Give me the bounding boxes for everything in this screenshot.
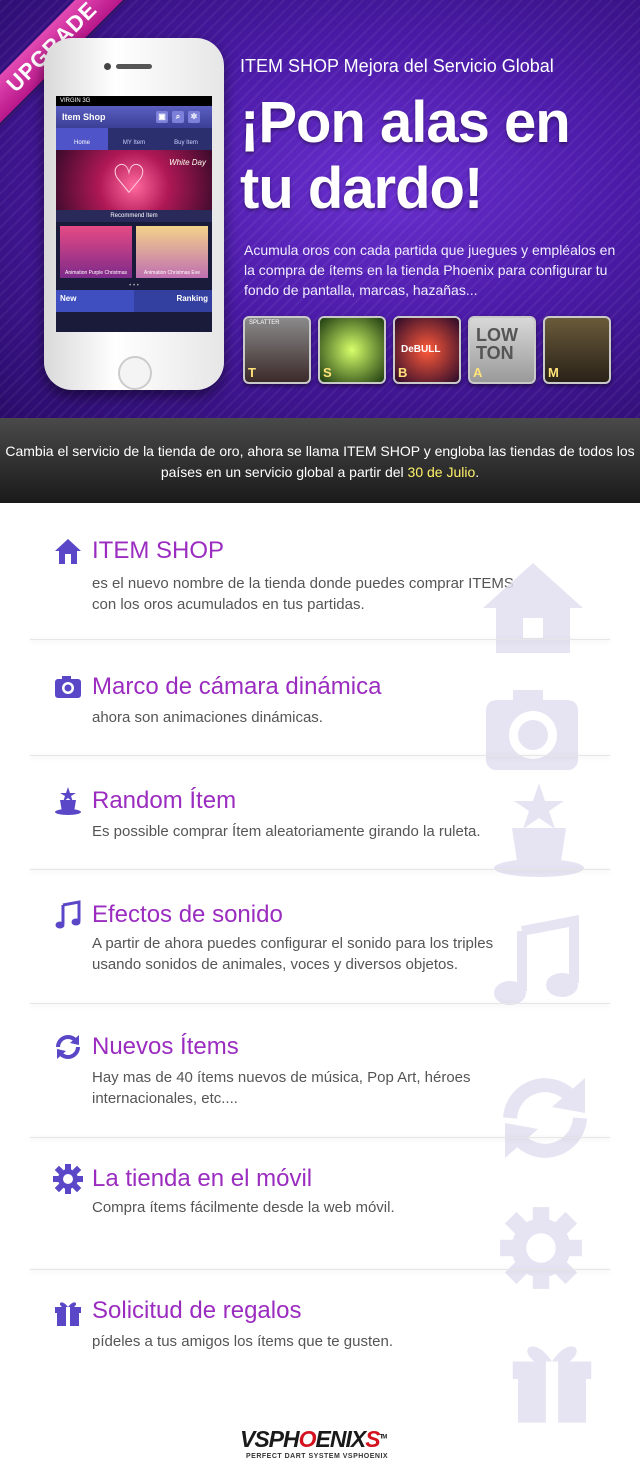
gift-icon: [512, 1346, 592, 1423]
notice-text-end: .: [475, 464, 480, 480]
phone-thumb: Animation Purple Christmas: [60, 226, 132, 278]
feature-title: ITEM SHOP: [92, 537, 225, 564]
gear-icon: ✲: [188, 111, 200, 123]
phone-tab-home: Home: [56, 128, 108, 150]
phone-thumb: Animation Christmas Eve: [136, 226, 208, 278]
phone-tabs: Home MY Item Buy Item: [56, 128, 212, 150]
divider: [30, 639, 610, 640]
phone-tab-ranking: Ranking: [134, 290, 212, 312]
gear-icon: [500, 1207, 582, 1289]
hero-description: Acumula oros con cada partida que juegue…: [244, 242, 616, 298]
phone-camera: [104, 63, 111, 70]
logo-text: ENIX: [315, 1426, 367, 1452]
feature-desc: Hay mas de 40 ítems nuevos de música, Po…: [92, 1069, 471, 1107]
phone-screen: VIRGIN 3G Item Shop ▣ ⌕ ✲ Home MY Item B…: [56, 96, 212, 332]
divider: [30, 1137, 610, 1138]
tile-letter: T: [248, 365, 256, 380]
item-tile: S: [318, 316, 386, 384]
logo-tm: TM: [379, 1434, 388, 1441]
hero-banner: UPGRADE VIRGIN 3G Item Shop ▣ ⌕ ✲ Home M…: [0, 0, 640, 418]
divider: [30, 1003, 610, 1004]
feature-title: Efectos de sonido: [92, 901, 283, 928]
phone-recommend-label: Recommend Item: [56, 210, 212, 222]
house-icon: [483, 563, 583, 653]
refresh-icon: [503, 1078, 587, 1158]
phone-app-title: Item Shop: [62, 112, 106, 122]
music-note-icon: [55, 900, 81, 929]
item-tile: LOW TON A: [468, 316, 536, 384]
phone-tab-my-item: MY Item: [122, 140, 146, 146]
gift-icon: [55, 1302, 81, 1326]
phone-bottom-tabs: New Ranking: [56, 290, 212, 312]
feature-title: Nuevos Ítems: [92, 1033, 239, 1060]
hero-subtitle: ITEM SHOP Mejora del Servicio Global: [240, 56, 554, 76]
feature-title: Random Ítem: [92, 787, 237, 814]
music-note-icon: [494, 914, 579, 1005]
tile-text: DeBULL: [401, 344, 441, 355]
divider: [30, 1269, 610, 1270]
logo-wordmark: VSPHOENIXSTM: [240, 1426, 388, 1453]
tile-text: SPLATTER: [249, 320, 280, 326]
notice-date: 30 de Julio: [407, 464, 476, 480]
feature-desc: ahora son animaciones dinámicas.: [92, 709, 323, 726]
logo-text: VSPH: [240, 1426, 300, 1452]
camera-icon: [486, 690, 578, 770]
notice-bar: Cambia el servicio de la tienda de oro, …: [0, 418, 640, 503]
phone-mockup: VIRGIN 3G Item Shop ▣ ⌕ ✲ Home MY Item B…: [44, 38, 224, 390]
phone-thumbs: Animation Purple Christmas Animation Chr…: [56, 222, 212, 282]
item-tiles: T SPLATTER S B DeBULL LOW TON A M: [243, 316, 611, 384]
feature-desc: es el nuevo nombre de la tienda donde pu…: [92, 575, 514, 613]
tile-text: LOW TON: [476, 325, 518, 363]
phone-speaker: [116, 64, 152, 69]
house-icon: [55, 539, 81, 564]
tile-letter: B: [398, 365, 408, 380]
phone-home-button: [118, 356, 152, 390]
phone-status-bar: VIRGIN 3G: [56, 96, 212, 106]
divider: [30, 869, 610, 870]
search-icon: ⌕: [172, 111, 184, 123]
item-tile: M: [543, 316, 611, 384]
refresh-icon: [56, 1035, 80, 1059]
divider: [30, 755, 610, 756]
magic-hat-icon: [494, 783, 584, 877]
tile-letter: S: [323, 365, 332, 380]
phone-banner-text: White Day: [169, 158, 206, 167]
phone-banner: ♡ White Day: [56, 150, 212, 210]
phone-tab-buy-item: Buy Item: [174, 140, 198, 146]
camera-icon: [55, 676, 81, 698]
phone-tab-new: New: [56, 290, 134, 312]
logo-text: O: [298, 1426, 317, 1452]
pager-dots-icon: • • •: [129, 283, 139, 289]
feature-title: Solicitud de regalos: [92, 1297, 302, 1324]
logo-tagline: PERFECT DART SYSTEM VSPHOENIX: [246, 1453, 389, 1460]
feature-desc: Compra ítems fácilmente desde la web móv…: [92, 1199, 395, 1216]
magic-hat-icon: [55, 787, 81, 815]
hero-title: ¡Pon alas en tu dardo!: [240, 90, 571, 221]
tile-letter: M: [548, 365, 559, 380]
phone-app-bar: Item Shop ▣ ⌕ ✲: [56, 106, 212, 128]
item-tile: T SPLATTER: [243, 316, 311, 384]
gift-icon: ▣: [156, 111, 168, 123]
notice-text: Cambia el servicio de la tienda de oro, …: [5, 443, 635, 480]
gear-icon: [53, 1164, 83, 1194]
feature-title: Marco de cámara dinámica: [92, 673, 382, 700]
heart-icon: ♡: [111, 158, 147, 202]
feature-title: La tienda en el móvil: [92, 1165, 313, 1192]
feature-desc: Es possible comprar Ítem aleatoriamente …: [92, 823, 481, 840]
item-tile: B DeBULL: [393, 316, 461, 384]
tile-letter: A: [473, 365, 483, 380]
vsphoenix-logo: VSPHOENIXSTM PERFECT DART SYSTEM VSPHOEN…: [240, 1420, 400, 1466]
logo-text: S: [365, 1426, 380, 1452]
feature-desc: A partir de ahora puedes configurar el s…: [92, 935, 494, 973]
feature-desc: pídeles a tus amigos los ítems que te gu…: [92, 1333, 394, 1350]
